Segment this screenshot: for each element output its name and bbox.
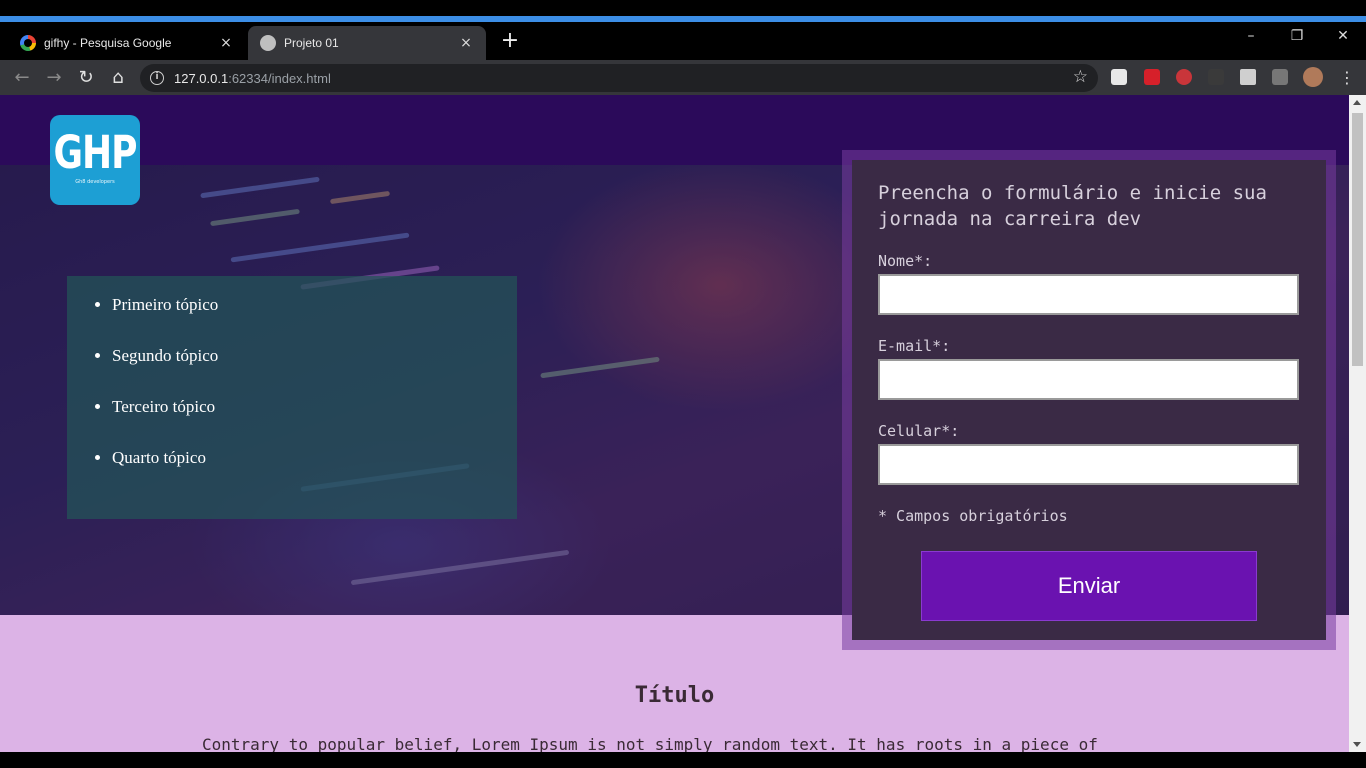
- avatar[interactable]: [1303, 67, 1323, 87]
- bookmark-star-icon[interactable]: ☆: [1073, 67, 1088, 87]
- extension-icon-1[interactable]: [1111, 69, 1127, 85]
- required-fields-note: * Campos obrigatórios: [878, 507, 1068, 525]
- window-close-button[interactable]: ✕: [1320, 28, 1366, 52]
- list-item: Terceiro tópico: [112, 394, 517, 445]
- reload-button[interactable]: ↻: [73, 65, 99, 91]
- close-tab-icon[interactable]: ×: [458, 35, 474, 51]
- taskbar-edge: [0, 752, 1366, 768]
- list-item: Quarto tópico: [112, 445, 517, 496]
- tab-google-search[interactable]: gifhy - Pesquisa Google ×: [8, 26, 246, 60]
- home-button[interactable]: ⌂: [105, 65, 131, 91]
- page-viewport: GHP Gh8 developers Primeiro tópico Segun…: [0, 95, 1349, 752]
- logo-mark: GHP: [53, 127, 137, 179]
- address-bar[interactable]: i 127.0.0.1 :62334/index.html ☆: [140, 64, 1098, 92]
- logo-subtitle: Gh8 developers: [75, 179, 115, 185]
- code-line-decoration: [540, 356, 660, 379]
- extension-icon-4[interactable]: [1208, 69, 1224, 85]
- section-text: Contrary to popular belief, Lorem Ipsum …: [202, 735, 1098, 752]
- email-field[interactable]: [878, 359, 1299, 400]
- topics-list-box: Primeiro tópico Segundo tópico Terceiro …: [67, 276, 517, 519]
- restore-button[interactable]: ❐: [1274, 28, 1320, 52]
- google-icon: [20, 35, 36, 51]
- extension-icon-2[interactable]: [1144, 69, 1160, 85]
- extension-icon-3[interactable]: [1176, 69, 1192, 85]
- code-line-decoration: [350, 549, 570, 586]
- code-line-decoration: [200, 176, 320, 199]
- submit-button[interactable]: Enviar: [921, 551, 1257, 621]
- tab-title: Projeto 01: [284, 36, 339, 50]
- signup-form-frame: Preencha o formulário e inicie sua jorna…: [842, 150, 1336, 650]
- new-tab-button[interactable]: +: [498, 30, 522, 54]
- email-label: E-mail*:: [878, 337, 951, 355]
- code-line-decoration: [230, 232, 410, 263]
- scrollbar-thumb[interactable]: [1352, 113, 1363, 366]
- minimize-button[interactable]: –: [1228, 28, 1274, 52]
- section-title: Título: [634, 683, 715, 708]
- logo[interactable]: GHP Gh8 developers: [50, 115, 140, 205]
- code-line-decoration: [329, 190, 391, 205]
- page-scrollbar[interactable]: [1349, 95, 1366, 752]
- info-icon[interactable]: i: [150, 71, 164, 85]
- browser-toolbar: ← → ↻ ⌂ i 127.0.0.1 :62334/index.html ☆ …: [0, 60, 1366, 95]
- puzzle-icon[interactable]: [1240, 69, 1256, 85]
- address-host: 127.0.0.1: [174, 70, 229, 86]
- name-label: Nome*:: [878, 252, 933, 270]
- tab-projeto-01[interactable]: Projeto 01 ×: [248, 26, 486, 60]
- back-button[interactable]: ←: [9, 65, 35, 91]
- list-item: Segundo tópico: [112, 343, 517, 394]
- phone-label: Celular*:: [878, 422, 960, 440]
- tab-title: gifhy - Pesquisa Google: [44, 36, 172, 50]
- media-icon[interactable]: [1272, 69, 1288, 85]
- topics-list: Primeiro tópico Segundo tópico Terceiro …: [112, 292, 517, 496]
- form-heading: Preencha o formulário e inicie sua jorna…: [878, 182, 1267, 230]
- name-field[interactable]: [878, 274, 1299, 315]
- address-path: :62334/index.html: [228, 70, 331, 86]
- scroll-up-arrow-icon[interactable]: [1353, 100, 1361, 105]
- menu-kebab-icon[interactable]: ⋮: [1334, 65, 1360, 91]
- globe-icon: [260, 35, 276, 51]
- phone-field[interactable]: [878, 444, 1299, 485]
- close-tab-icon[interactable]: ×: [218, 35, 234, 51]
- code-line-decoration: [210, 208, 300, 227]
- list-item: Primeiro tópico: [112, 292, 517, 343]
- tab-strip: gifhy - Pesquisa Google × Projeto 01 × +…: [0, 22, 1366, 60]
- scroll-down-arrow-icon[interactable]: [1353, 742, 1361, 747]
- forward-button[interactable]: →: [41, 65, 67, 91]
- window-top-bar: [0, 0, 1366, 22]
- signup-form: Preencha o formulário e inicie sua jorna…: [852, 160, 1326, 640]
